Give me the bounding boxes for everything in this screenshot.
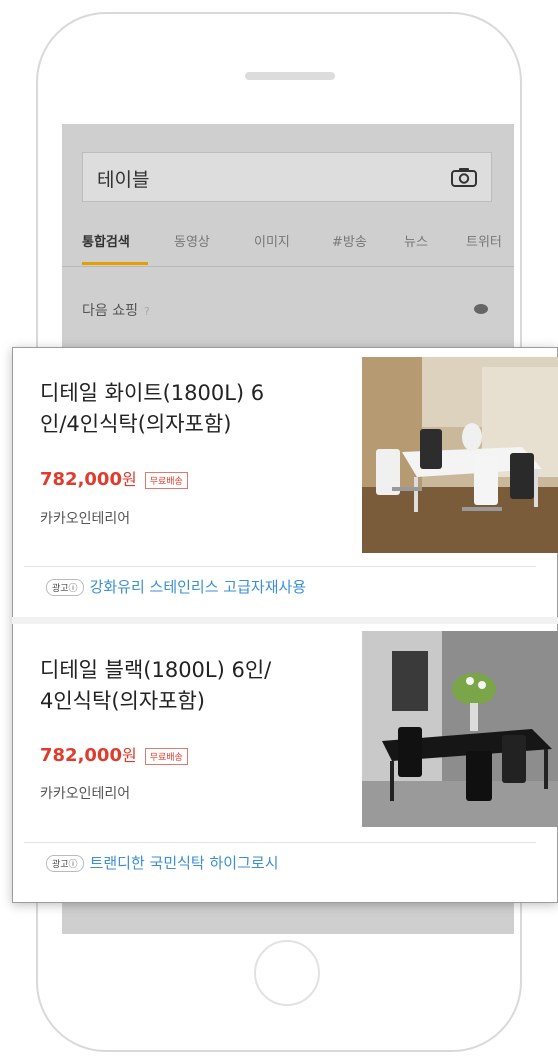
price-currency: 원 [121, 470, 137, 489]
tab-broadcast[interactable]: #방송 [332, 231, 367, 250]
free-shipping-badge: 무료배송 [144, 471, 188, 489]
tab-integrated-search[interactable]: 통합검색 [82, 231, 130, 250]
ad-link[interactable]: 광고ⓘ 트랜디한 국민식탁 하이그로시 [46, 852, 279, 873]
product-image-white-table[interactable] [362, 357, 558, 553]
phone-speaker [245, 72, 335, 80]
help-icon[interactable]: ? [144, 305, 150, 318]
price-currency: 원 [121, 746, 137, 765]
price-value: 782,000 [40, 745, 122, 766]
active-tab-indicator [82, 262, 148, 265]
home-button[interactable] [254, 940, 320, 1006]
divider [24, 566, 536, 567]
seller-name[interactable]: 카카오인테리어 [40, 508, 130, 528]
section-title: 다음 쇼핑 [82, 303, 138, 319]
product-price: 782,000원 무료배송 [40, 742, 188, 766]
tab-twitter[interactable]: 트위터 [466, 231, 502, 250]
product-title-line: 디테일 블랙(1800L) 6인/ [40, 658, 272, 682]
product-title[interactable]: 디테일 블랙(1800L) 6인/ 4인식탁(의자포함) [40, 655, 271, 717]
product-title[interactable]: 디테일 화이트(1800L) 6 인/4인식탁(의자포함) [40, 378, 264, 440]
ad-label: 광고ⓘ [46, 579, 84, 596]
ad-text[interactable]: 강화유리 스테인리스 고급자재사용 [90, 578, 307, 596]
tab-divider [62, 266, 514, 267]
free-shipping-badge: 무료배송 [144, 747, 188, 765]
tab-news[interactable]: 뉴스 [404, 231, 428, 250]
search-input[interactable]: 테이블 [97, 165, 149, 192]
card-separator [12, 617, 558, 624]
ad-text[interactable]: 트랜디한 국민식탁 하이그로시 [90, 854, 279, 872]
section-header: 다음 쇼핑? [82, 300, 150, 320]
camera-icon[interactable] [451, 167, 477, 187]
search-tabs: 통합검색 동영상 이미지 #방송 뉴스 트위터 [82, 226, 502, 266]
product-price: 782,000원 무료배송 [40, 466, 188, 490]
product-title-line: 디테일 화이트(1800L) 6 [40, 381, 265, 405]
product-image-black-table[interactable] [362, 631, 558, 827]
product-title-line: 4인식탁(의자포함) [40, 689, 205, 713]
ad-link[interactable]: 광고ⓘ 강화유리 스테인리스 고급자재사용 [46, 576, 306, 597]
divider [24, 842, 536, 843]
tab-image[interactable]: 이미지 [254, 231, 290, 250]
seller-name[interactable]: 카카오인테리어 [40, 783, 130, 803]
tab-video[interactable]: 동영상 [174, 231, 210, 250]
chat-icon[interactable] [474, 304, 488, 314]
ad-label: 광고ⓘ [46, 855, 84, 872]
price-value: 782,000 [40, 469, 122, 490]
product-title-line: 인/4인식탁(의자포함) [40, 412, 232, 436]
search-bar[interactable]: 테이블 [82, 152, 492, 202]
